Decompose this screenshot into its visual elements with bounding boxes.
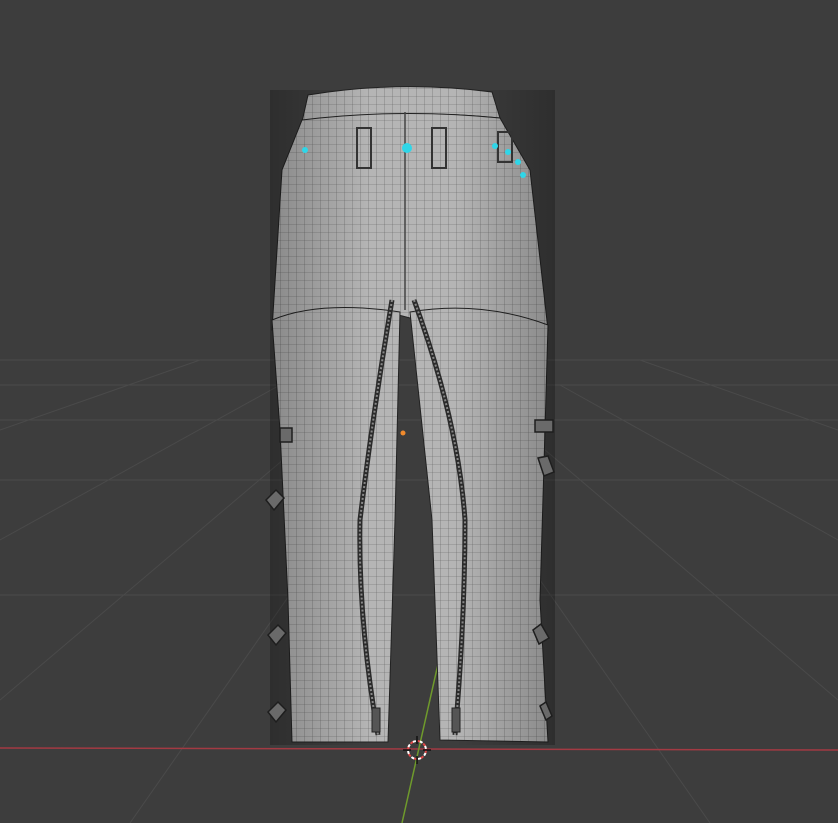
scene-canvas[interactable] <box>0 0 838 823</box>
zipper-pull <box>371 707 381 733</box>
object-origin-icon <box>400 430 406 436</box>
floor-grid <box>0 359 838 823</box>
right-leg[interactable] <box>409 307 549 743</box>
viewport-3d[interactable] <box>0 0 838 823</box>
zipper-pull <box>451 707 461 733</box>
3d-cursor-icon[interactable] <box>403 736 431 764</box>
pants-mesh[interactable] <box>264 86 555 745</box>
